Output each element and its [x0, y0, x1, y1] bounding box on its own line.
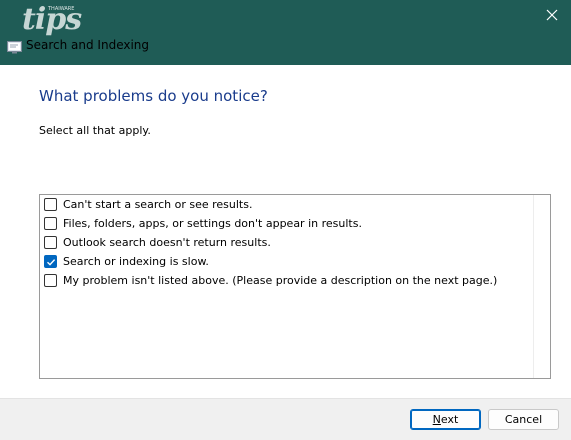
- option-outlook-search[interactable]: Outlook search doesn't return results.: [44, 233, 532, 252]
- option-cant-start-search[interactable]: Can't start a search or see results.: [44, 195, 532, 214]
- option-label: My problem isn't listed above. (Please p…: [63, 274, 498, 287]
- window-title: Search and Indexing: [26, 38, 150, 52]
- cancel-button[interactable]: Cancel: [488, 409, 559, 430]
- option-files-dont-appear[interactable]: Files, folders, apps, or settings don't …: [44, 214, 532, 233]
- watermark-logo: tips THAIWARE: [0, 0, 90, 40]
- watermark-small-text: THAIWARE: [48, 6, 75, 12]
- close-button[interactable]: [541, 4, 563, 26]
- next-access-key: N: [432, 413, 441, 426]
- close-icon: [546, 9, 558, 21]
- checkmark-icon: [46, 258, 55, 266]
- checkbox[interactable]: [44, 217, 57, 230]
- page-heading: What problems do you notice?: [39, 87, 268, 105]
- title-bar: tips THAIWARE Search and Indexing: [0, 0, 571, 65]
- scrollbar[interactable]: [533, 195, 550, 378]
- next-label-rest: ext: [440, 413, 459, 426]
- checkbox[interactable]: [44, 236, 57, 249]
- problem-list[interactable]: Can't start a search or see results. Fil…: [39, 194, 551, 379]
- option-label: Files, folders, apps, or settings don't …: [63, 217, 362, 230]
- wizard-content: What problems do you notice? Select all …: [0, 65, 571, 398]
- option-not-listed[interactable]: My problem isn't listed above. (Please p…: [44, 271, 532, 290]
- option-label: Can't start a search or see results.: [63, 198, 253, 211]
- checkbox[interactable]: [44, 255, 57, 268]
- instruction-text: Select all that apply.: [39, 124, 151, 137]
- option-label: Outlook search doesn't return results.: [63, 236, 271, 249]
- checkbox[interactable]: [44, 198, 57, 211]
- troubleshooter-icon: [7, 39, 23, 54]
- option-search-slow[interactable]: Search or indexing is slow.: [44, 252, 532, 271]
- wizard-footer: Next Cancel: [0, 398, 571, 440]
- checkbox[interactable]: [44, 274, 57, 287]
- next-button[interactable]: Next: [410, 409, 481, 430]
- option-label: Search or indexing is slow.: [63, 255, 209, 268]
